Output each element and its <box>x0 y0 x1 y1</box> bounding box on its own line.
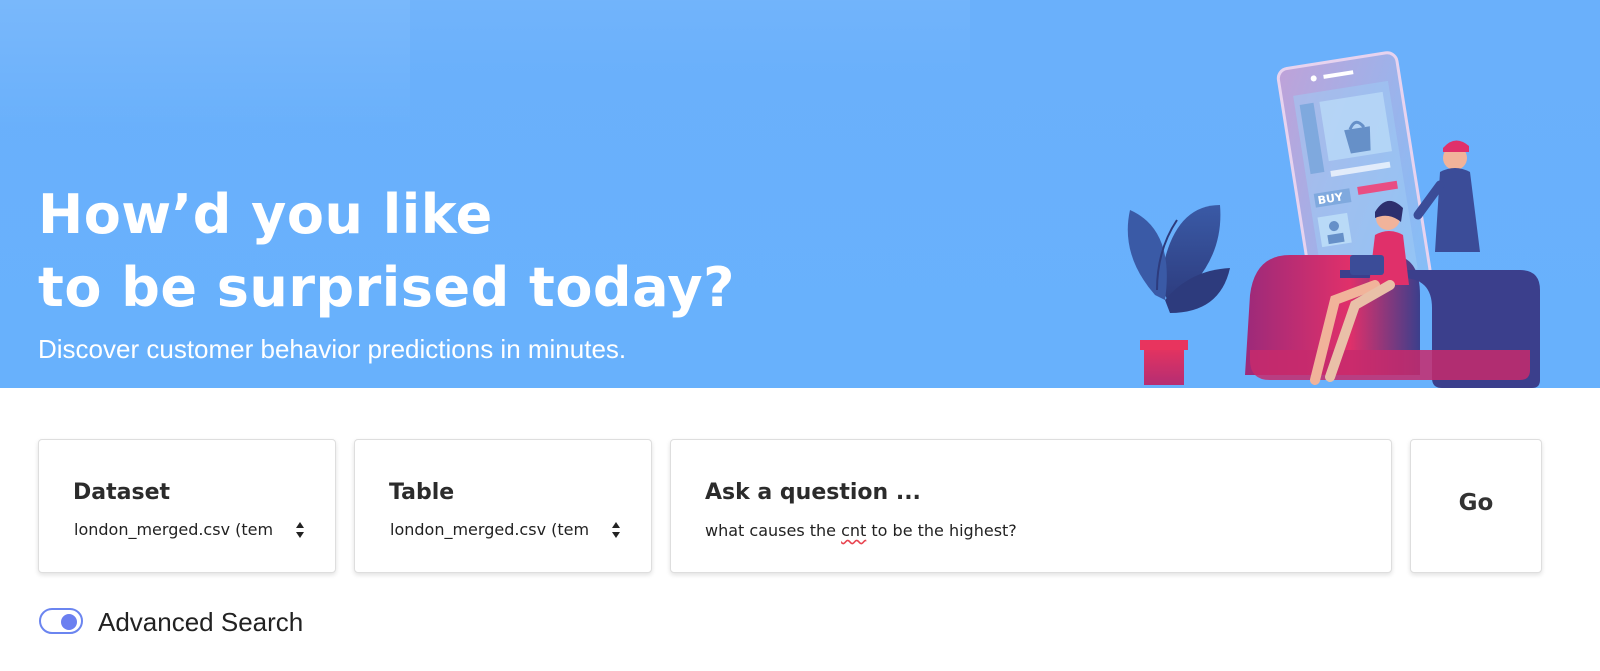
hero-title: How’d you like to be surprised today? <box>38 178 735 324</box>
spellcheck-word: cnt <box>841 521 867 540</box>
table-label: Table <box>389 480 455 505</box>
hero-title-line: How’d you like <box>38 183 493 246</box>
advanced-search-label: Advanced Search <box>98 607 304 637</box>
question-card: Ask a question ... what causes the cnt t… <box>670 439 1392 573</box>
toggle-knob <box>61 614 77 630</box>
question-text: what causes the <box>705 521 842 540</box>
man-figure-icon <box>1413 140 1480 252</box>
select-arrows-icon[interactable] <box>295 520 305 540</box>
go-button[interactable]: Go <box>1410 439 1542 573</box>
hero-illustration: BUY <box>1127 51 1540 388</box>
hero-light-streak <box>0 0 410 130</box>
dataset-label: Dataset <box>73 480 171 505</box>
hero-banner: How’d you like to be surprised today? Di… <box>0 0 1600 388</box>
hero-subtitle: Discover customer behavior predictions i… <box>38 334 627 364</box>
table-select[interactable]: london_merged.csv (tem <box>390 520 630 539</box>
hero-title-line: to be surprised today? <box>38 256 735 319</box>
advanced-search-toggle[interactable] <box>39 608 83 634</box>
go-button-label: Go <box>1458 490 1494 516</box>
question-text: to be the highest? <box>866 521 1017 540</box>
dataset-select[interactable]: london_merged.csv (tem <box>74 520 314 539</box>
plant-icon <box>1127 205 1230 385</box>
table-card: Table london_merged.csv (tem <box>354 439 652 573</box>
select-arrows-icon[interactable] <box>611 520 621 540</box>
hero-light-streak <box>410 0 970 80</box>
question-input[interactable]: what causes the cnt to be the highest? <box>705 521 1345 540</box>
dataset-card: Dataset london_merged.csv (tem <box>38 439 336 573</box>
question-label: Ask a question ... <box>705 480 921 505</box>
